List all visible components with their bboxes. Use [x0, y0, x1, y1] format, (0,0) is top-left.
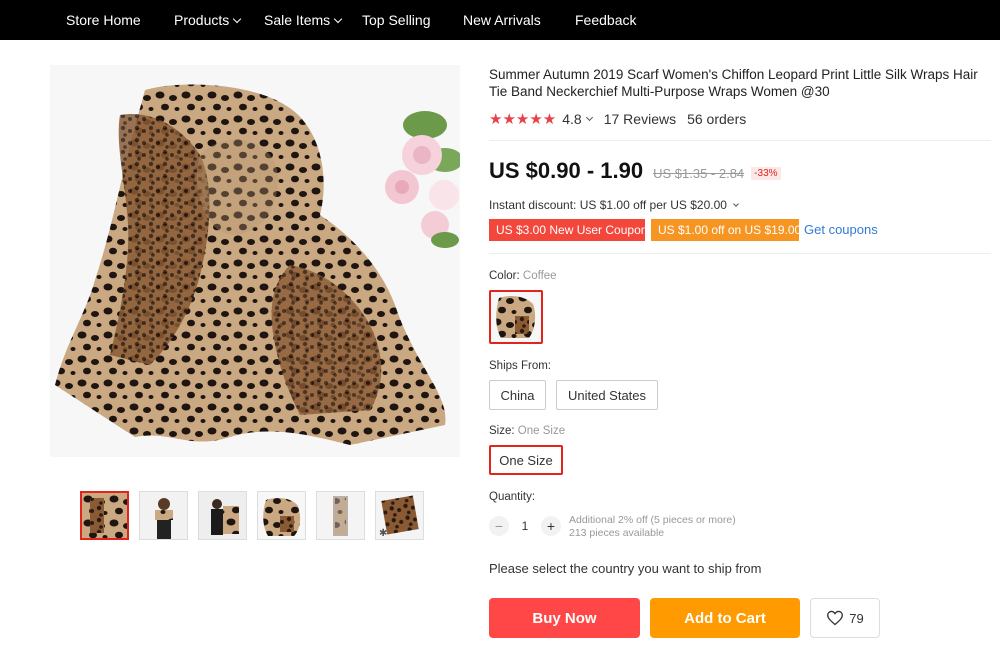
quantity-increase-button[interactable]: +	[541, 516, 561, 536]
wishlist-count: 79	[849, 610, 864, 626]
chevron-down-icon	[333, 14, 343, 24]
add-to-cart-button[interactable]: Add to Cart	[650, 598, 800, 638]
size-label: Size: One Size	[489, 425, 565, 437]
buy-now-button[interactable]: Buy Now	[489, 598, 640, 638]
stock-available: 213 pieces available	[569, 527, 665, 539]
size-one-size[interactable]: One Size	[489, 445, 563, 475]
quantity-label: Quantity:	[489, 491, 536, 503]
product-title: Summer Autumn 2019 Scarf Women's Chiffon…	[489, 67, 978, 99]
get-coupons-link[interactable]: Get coupons	[804, 222, 878, 237]
asterisk-icon: ✱	[379, 528, 388, 539]
nav-sale-items[interactable]: Sale Items	[264, 12, 343, 28]
ship-from-message: Please select the country you want to sh…	[489, 561, 762, 576]
selected-size: One Size	[517, 425, 566, 437]
instant-discount[interactable]: Instant discount: US $1.00 off per US $2…	[489, 198, 740, 212]
nav-products[interactable]: Products	[174, 12, 242, 28]
thumbnail-4[interactable]	[257, 491, 306, 540]
nav-label: Feedback	[575, 12, 637, 28]
thumbnail-1[interactable]	[80, 491, 129, 540]
nav-feedback[interactable]: Feedback	[575, 12, 636, 28]
nav-top-selling[interactable]: Top Selling	[362, 12, 431, 28]
quantity-value[interactable]: 1	[517, 519, 533, 533]
nav-label: Store Home	[66, 12, 141, 28]
store-nav-bar: Store Home Products Sale Items Top Selli…	[0, 0, 1000, 40]
color-label: Color: Coffee	[489, 270, 557, 282]
color-swatch-coffee[interactable]	[489, 290, 543, 344]
rating-value[interactable]: 4.8	[562, 111, 581, 127]
star-rating-icon: ★★★★★	[489, 111, 557, 128]
ship-from-united-states[interactable]: United States	[556, 380, 658, 410]
wishlist-button[interactable]: 79	[810, 598, 880, 638]
nav-label: Top Selling	[362, 12, 431, 28]
thumbnail-6[interactable]: ✱	[375, 491, 424, 540]
thumbnail-strip: ✱	[80, 491, 424, 540]
new-user-coupon[interactable]: US $3.00 New User Coupon	[489, 219, 647, 241]
instant-discount-text: Instant discount: US $1.00 off per US $2…	[489, 198, 727, 212]
divider	[489, 253, 991, 254]
chevron-down-icon	[733, 201, 740, 207]
divider	[489, 140, 991, 141]
chevron-down-icon	[233, 14, 242, 24]
nav-label: Sale Items	[264, 12, 331, 28]
thumbnail-2[interactable]	[139, 491, 188, 540]
color-label-text: Color:	[489, 270, 520, 282]
nav-label: Products	[174, 12, 230, 28]
original-price: US $1.35 - 2.84	[653, 166, 745, 181]
heart-icon	[827, 610, 844, 626]
store-coupon[interactable]: US $1.00 off on US $19.00	[651, 219, 801, 241]
nav-label: New Arrivals	[463, 12, 541, 28]
ship-from-china[interactable]: China	[489, 380, 546, 410]
thumbnail-5[interactable]	[316, 491, 365, 540]
nav-store-home[interactable]: Store Home	[66, 12, 141, 28]
ships-from-label: Ships From:	[489, 360, 551, 372]
nav-new-arrivals[interactable]: New Arrivals	[463, 12, 541, 28]
main-product-image[interactable]	[50, 65, 460, 457]
price-row: US $0.90 - 1.90 US $1.35 - 2.84 -33%	[489, 158, 781, 184]
product-info: Summer Autumn 2019 Scarf Women's Chiffon…	[489, 66, 989, 128]
current-price: US $0.90 - 1.90	[489, 158, 644, 183]
discount-badge: -33%	[751, 167, 781, 180]
bulk-discount-note: Additional 2% off (5 pieces or more)	[569, 514, 736, 526]
rating-row: ★★★★★ 4.8 17 Reviews 56 orders	[489, 110, 746, 128]
quantity-decrease-button[interactable]: −	[489, 516, 509, 536]
orders-count: 56 orders	[687, 111, 747, 127]
chevron-down-icon[interactable]	[585, 113, 593, 122]
thumbnail-3[interactable]	[198, 491, 247, 540]
reviews-count[interactable]: 17 Reviews	[604, 111, 676, 127]
selected-color: Coffee	[522, 270, 557, 282]
quantity-note: Additional 2% off (5 pieces or more) 213…	[569, 514, 736, 540]
size-label-text: Size:	[489, 425, 515, 437]
